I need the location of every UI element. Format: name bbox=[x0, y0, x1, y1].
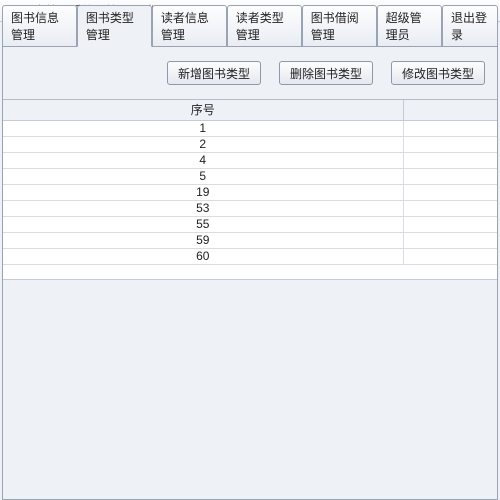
cell-seq: 53 bbox=[3, 200, 403, 216]
cell-name bbox=[403, 152, 497, 168]
cell-seq: 1 bbox=[3, 120, 403, 136]
tab-strip: 图书信息管理 图书类型管理 读者信息管理 读者类型管理 图书借阅管理 超级管理员… bbox=[2, 24, 498, 46]
delete-book-type-button[interactable]: 删除图书类型 bbox=[279, 61, 373, 85]
toolbar: 新增图书类型 删除图书类型 修改图书类型 bbox=[3, 47, 497, 99]
edit-book-type-button[interactable]: 修改图书类型 bbox=[391, 61, 485, 85]
table-row[interactable]: 4 bbox=[3, 152, 497, 168]
cell-name bbox=[403, 184, 497, 200]
cell-name bbox=[403, 232, 497, 248]
add-book-type-button[interactable]: 新增图书类型 bbox=[167, 61, 261, 85]
tab-reader-info[interactable]: 读者信息管理 bbox=[152, 5, 227, 46]
cell-name bbox=[403, 168, 497, 184]
cell-seq: 55 bbox=[3, 216, 403, 232]
col-name-header[interactable]: 图 bbox=[403, 100, 497, 120]
table-row[interactable]: 59 bbox=[3, 232, 497, 248]
cell-name bbox=[403, 200, 497, 216]
cell-seq: 59 bbox=[3, 232, 403, 248]
cell-seq: 60 bbox=[3, 248, 403, 264]
table-row[interactable]: 1 bbox=[3, 120, 497, 136]
cell-name bbox=[403, 136, 497, 152]
tab-book-info[interactable]: 图书信息管理 bbox=[2, 5, 77, 46]
tab-borrow[interactable]: 图书借阅管理 bbox=[302, 5, 377, 46]
panel-empty-area bbox=[3, 279, 497, 499]
tab-book-type[interactable]: 图书类型管理 bbox=[77, 5, 152, 47]
cell-seq: 2 bbox=[3, 136, 403, 152]
cell-seq: 5 bbox=[3, 168, 403, 184]
table-row[interactable]: 2 bbox=[3, 136, 497, 152]
table-row[interactable]: 19 bbox=[3, 184, 497, 200]
table-row[interactable]: 53 bbox=[3, 200, 497, 216]
table-header-row: 序号 图 bbox=[3, 100, 497, 120]
cell-name bbox=[403, 216, 497, 232]
cell-name bbox=[403, 120, 497, 136]
table-row[interactable]: 55 bbox=[3, 216, 497, 232]
tab-panel-book-type: 新增图书类型 删除图书类型 修改图书类型 序号 图 12451953555960 bbox=[2, 46, 498, 500]
table-row[interactable]: 60 bbox=[3, 248, 497, 264]
tab-reader-type[interactable]: 读者类型管理 bbox=[227, 5, 302, 46]
tab-logout[interactable]: 退出登录 bbox=[442, 5, 498, 46]
col-seq-header[interactable]: 序号 bbox=[3, 100, 403, 120]
tab-super-admin[interactable]: 超级管理员 bbox=[377, 5, 442, 46]
book-type-table[interactable]: 序号 图 12451953555960 bbox=[3, 99, 497, 279]
cell-seq: 4 bbox=[3, 152, 403, 168]
cell-seq: 19 bbox=[3, 184, 403, 200]
cell-name bbox=[403, 248, 497, 264]
window-body: 图书信息管理 图书类型管理 读者信息管理 读者类型管理 图书借阅管理 超级管理员… bbox=[0, 22, 500, 500]
table-row[interactable]: 5 bbox=[3, 168, 497, 184]
